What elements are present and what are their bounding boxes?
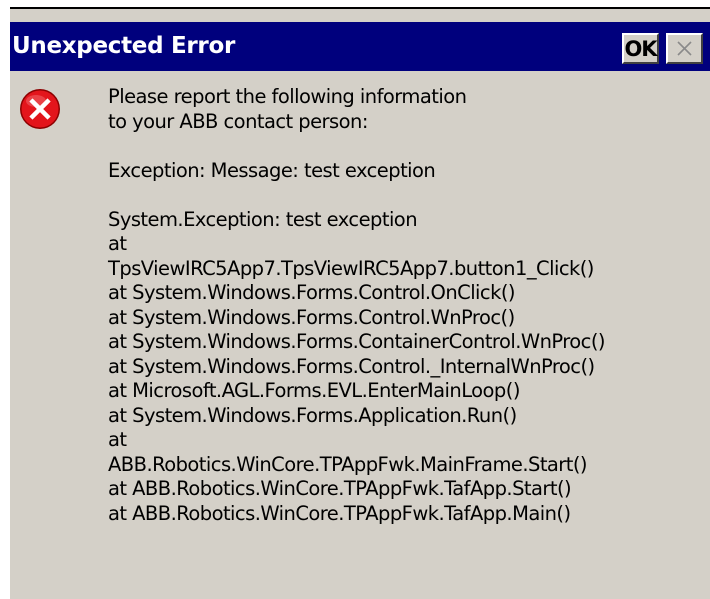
stack-line: at System.Windows.Forms.Control.OnClick(… (108, 281, 516, 304)
close-button[interactable] (666, 33, 703, 64)
intro-line-2: to your ABB contact person: (108, 109, 368, 133)
stack-line: at System.Windows.Forms.ContainerControl… (108, 330, 606, 353)
title-bar: Unexpected Error OK (10, 22, 710, 71)
stack-line: at Microsoft.AGL.Forms.EVL.EnterMainLoop… (108, 379, 520, 402)
stack-line: at System.Windows.Forms.Application.Run(… (108, 403, 517, 427)
error-icon (20, 89, 60, 129)
ok-button[interactable]: OK (622, 33, 659, 64)
error-message: Please report the following information … (108, 85, 708, 526)
stack-line: at (108, 232, 127, 255)
dialog-title: Unexpected Error (12, 33, 235, 59)
stack-line: at System.Windows.Forms.Control._Interna… (108, 354, 595, 378)
stack-line: at (108, 428, 127, 451)
error-dialog: Unexpected Error OK Please report the fo… (10, 7, 710, 599)
stack-line: at ABB.Robotics.WinCore.TPAppFwk.TafApp.… (108, 501, 571, 525)
stack-line: TpsViewIRC5App7.TpsViewIRC5App7.button1_… (108, 256, 594, 280)
stack-line: System.Exception: test exception (108, 207, 418, 231)
stack-line: at ABB.Robotics.WinCore.TPAppFwk.TafApp.… (108, 477, 572, 500)
close-icon (677, 41, 692, 56)
intro-line-1: Please report the following information (108, 85, 467, 108)
stack-line: at System.Windows.Forms.Control.WnProc() (108, 305, 515, 329)
stack-line: ABB.Robotics.WinCore.TPAppFwk.MainFrame.… (108, 452, 588, 476)
exception-message: Exception: Message: test exception (108, 158, 436, 182)
